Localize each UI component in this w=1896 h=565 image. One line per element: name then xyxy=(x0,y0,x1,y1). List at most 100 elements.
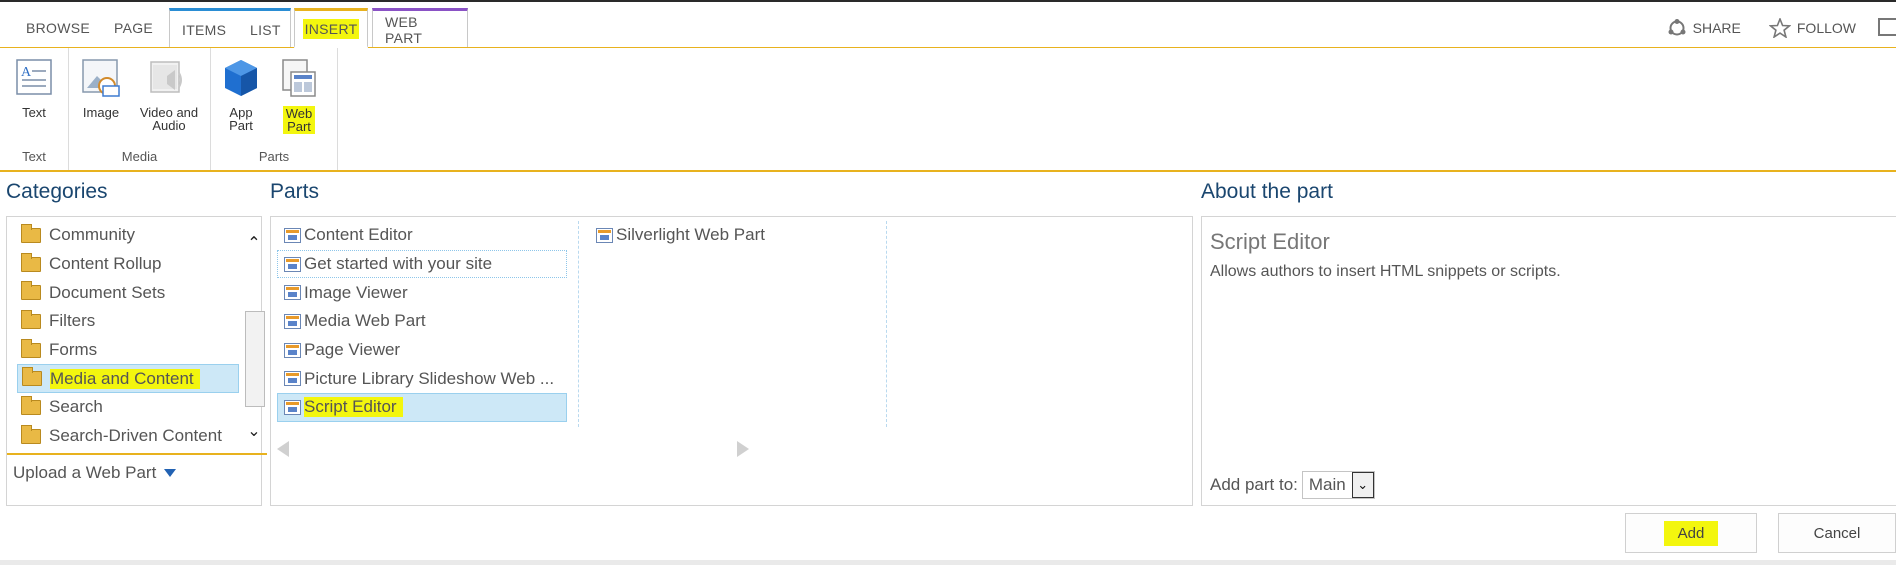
parts-panel: Content Editor Get started with your site… xyxy=(270,216,1193,506)
share-icon xyxy=(1668,19,1686,36)
tab-insert[interactable]: INSERT xyxy=(294,8,368,48)
tab-items-label: ITEMS xyxy=(182,21,227,38)
text-icon: A xyxy=(12,56,56,100)
web-part-item[interactable]: Image Viewer xyxy=(277,278,567,307)
video-audio-icon xyxy=(147,56,191,100)
web-part-item[interactable]: Silverlight Web Part xyxy=(589,221,889,250)
category-label: Document Sets xyxy=(49,282,166,302)
ribbon-group-parts: App Part Web Part Parts xyxy=(211,48,338,170)
share-label: SHARE xyxy=(1692,20,1741,36)
category-label: Community xyxy=(49,225,135,245)
web-part-item[interactable]: Content Editor xyxy=(277,221,567,250)
tab-insert-label: INSERT xyxy=(302,18,360,39)
page-actions: SHARE FOLLOW xyxy=(1667,18,1856,38)
web-part-item-icon xyxy=(284,371,301,387)
web-part-label: Image Viewer xyxy=(304,282,408,302)
category-label: Content Rollup xyxy=(49,254,162,274)
chevron-down-icon[interactable]: ⌄ xyxy=(1351,472,1374,498)
category-label: Search xyxy=(49,397,103,417)
insert-web-part-button[interactable]: Web Part xyxy=(269,56,329,134)
follow-button[interactable]: FOLLOW xyxy=(1768,18,1856,38)
insert-app-part-button[interactable]: App Part xyxy=(211,56,271,132)
category-item[interactable]: Forms xyxy=(17,336,239,365)
column-divider xyxy=(886,221,887,427)
web-part-item-icon xyxy=(284,227,301,243)
add-part-to-select[interactable]: Main ⌄ xyxy=(1301,471,1375,499)
insert-text-label: Text xyxy=(22,105,46,120)
prev-arrow-icon[interactable] xyxy=(277,441,289,457)
dropdown-caret-icon xyxy=(164,469,177,477)
web-part-item[interactable]: Get started with your site xyxy=(277,249,567,279)
insert-video-audio-button[interactable]: Video and Audio xyxy=(133,56,205,132)
star-icon xyxy=(1768,18,1791,38)
group-label-media: Media xyxy=(121,149,158,164)
folder-icon xyxy=(21,223,41,243)
tab-list-label[interactable]: LIST xyxy=(250,22,281,38)
ribbon-tab-bar: BROWSE PAGE ITEMS LIST INSERT WEB PART S… xyxy=(0,8,1896,48)
category-item[interactable]: Media and Content xyxy=(17,364,239,394)
upload-web-part-button[interactable]: Upload a Web Part xyxy=(7,453,267,483)
category-item[interactable]: Search-Driven Content xyxy=(17,422,239,451)
insert-text-button[interactable]: A Text xyxy=(4,56,64,119)
insert-image-button[interactable]: Image xyxy=(71,56,131,119)
follow-label: FOLLOW xyxy=(1796,20,1856,36)
add-part-to-label: Add part to: xyxy=(1210,475,1298,494)
svg-text:A: A xyxy=(21,65,32,80)
upload-web-part-label: Upload a Web Part xyxy=(13,463,157,482)
add-button[interactable]: Add xyxy=(1625,513,1757,553)
group-label-text: Text xyxy=(22,149,46,164)
ribbon: A Text Text Image Video and Audio Media … xyxy=(0,47,1896,172)
categories-heading: Categories xyxy=(6,180,108,203)
about-panel: Script Editor Allows authors to insert H… xyxy=(1201,216,1896,506)
folder-icon xyxy=(21,395,41,415)
scrollbar-thumb[interactable] xyxy=(245,311,265,407)
ribbon-group-media: Image Video and Audio Media xyxy=(69,48,211,170)
web-part-item[interactable]: Page Viewer xyxy=(277,336,567,365)
web-part-item[interactable]: Picture Library Slideshow Web ... xyxy=(277,364,567,393)
about-part-description: Allows authors to insert HTML snippets o… xyxy=(1210,263,1561,280)
web-part-item[interactable]: Script Editor xyxy=(277,393,567,422)
web-part-item-icon xyxy=(284,285,301,301)
tab-web-part[interactable]: WEB PART xyxy=(372,8,468,48)
category-item[interactable]: Content Rollup xyxy=(17,250,239,279)
image-icon xyxy=(79,56,123,100)
scroll-up-icon[interactable]: ⌃ xyxy=(247,236,261,252)
category-label: Forms xyxy=(49,340,98,360)
folder-icon xyxy=(22,367,42,387)
web-part-label: Content Editor xyxy=(304,225,413,245)
add-button-label: Add xyxy=(1663,520,1719,546)
next-arrow-icon[interactable] xyxy=(737,441,749,457)
add-part-to-value: Main xyxy=(1308,475,1346,494)
web-part-item[interactable]: Media Web Part xyxy=(277,307,567,336)
add-part-to-row: Add part to: Main ⌄ xyxy=(1210,471,1375,499)
column-divider xyxy=(578,221,579,427)
folder-icon xyxy=(21,252,41,272)
web-part-label: Picture Library Slideshow Web ... xyxy=(304,368,555,388)
web-part-item-icon xyxy=(284,342,301,358)
cancel-button[interactable]: Cancel xyxy=(1778,513,1896,553)
parts-heading: Parts xyxy=(270,180,320,203)
focus-content-icon[interactable] xyxy=(1878,18,1896,36)
category-label: Filters xyxy=(49,311,96,331)
scroll-down-icon[interactable]: ⌄ xyxy=(247,424,261,440)
web-part-icon xyxy=(277,56,321,100)
web-part-label: Media Web Part xyxy=(304,311,426,331)
categories-list: Community Content Rollup Document Sets Filt… xyxy=(17,221,239,451)
category-item[interactable]: Community xyxy=(17,221,239,250)
tab-page[interactable]: PAGE xyxy=(102,8,165,48)
category-item[interactable]: Filters xyxy=(17,307,239,336)
folder-icon xyxy=(21,309,41,329)
category-item[interactable]: Search xyxy=(17,393,239,422)
tab-browse[interactable]: BROWSE xyxy=(14,8,102,48)
share-button[interactable]: SHARE xyxy=(1667,18,1741,38)
ribbon-group-text: A Text Text xyxy=(0,48,69,170)
categories-scrollbar[interactable]: ⌃ ⌄ xyxy=(243,231,267,441)
category-item[interactable]: Document Sets xyxy=(17,278,239,307)
category-label: Media and Content xyxy=(50,368,200,389)
dialog-footer: Add Cancel xyxy=(0,512,1896,565)
folder-icon xyxy=(21,338,41,358)
category-label: Search-Driven Content xyxy=(49,426,222,446)
tab-items[interactable]: ITEMS LIST xyxy=(169,8,291,48)
web-part-item-icon xyxy=(284,313,301,329)
parts-column-2: Silverlight Web Part xyxy=(589,221,889,250)
